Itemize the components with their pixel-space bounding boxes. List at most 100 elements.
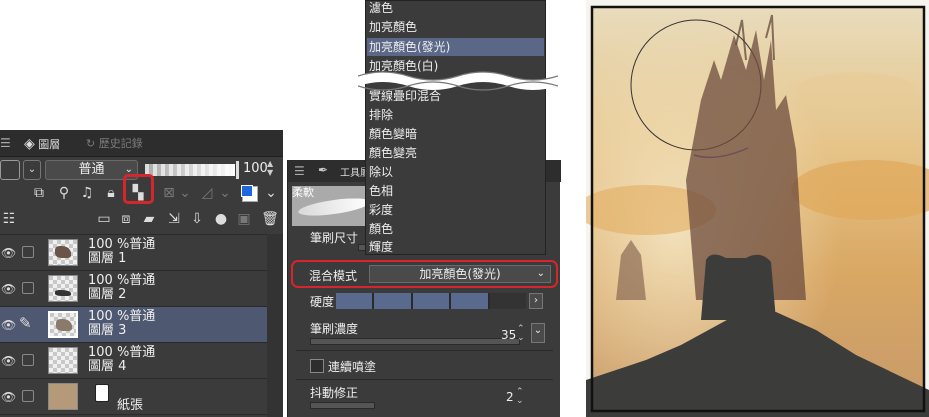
lock-checkbox[interactable] (22, 282, 34, 294)
list-icon[interactable]: ☷ (0, 209, 18, 229)
new-folder-icon[interactable]: ▰ (140, 209, 158, 229)
layer-name: 圖層 2 (88, 287, 127, 302)
opacity-slider-handle[interactable] (236, 161, 239, 179)
layer-opacity-mode: 100 %普通 (88, 345, 156, 360)
brush-density-value[interactable]: 35 (501, 328, 516, 342)
chevron-down-icon[interactable]: ⌄ (23, 160, 41, 180)
layer-opacity-mode: 100 %普通 (88, 237, 156, 252)
layer-panel-tabbar: ☰ ◈ 圖層 ↻ 歷史記錄 (0, 130, 283, 157)
tab-layer[interactable]: ◈ 圖層 (24, 134, 60, 154)
density-spinner[interactable]: ⌃ ⌄ (517, 325, 525, 343)
apply-mask-icon[interactable]: ▣ (235, 209, 253, 229)
layer-thumbnail (48, 239, 78, 266)
layer-name: 圖層 3 (88, 323, 127, 338)
painting-image (586, 0, 929, 417)
menu-item[interactable]: 顏色 (369, 220, 393, 238)
layer-row[interactable]: 👁︎ 100 %普通 圖層 4 (0, 343, 267, 379)
opacity-slider[interactable] (145, 164, 235, 176)
chevron-down-icon[interactable]: ⌄ (262, 183, 280, 203)
menu-item[interactable]: 色相 (369, 182, 393, 200)
stabilization-value[interactable]: 2 (506, 390, 514, 404)
trash-icon[interactable]: 🗑︎ (261, 209, 279, 229)
clip-layer-icon[interactable]: ⧉ (30, 183, 48, 203)
stabilization-slider[interactable] (310, 402, 375, 409)
torn-edge-divider (358, 71, 558, 91)
chevron-down-icon[interactable]: ⌄ (176, 183, 194, 203)
menu-item[interactable]: 加亮顏色 (369, 18, 417, 36)
opacity-value[interactable]: 100 (243, 161, 268, 176)
continuous-spray-label: 連續噴塗 (328, 360, 377, 374)
create-mask-icon[interactable]: ● (212, 209, 230, 229)
layer-row-paper[interactable]: 👁︎ 紙張 (0, 379, 267, 415)
layer-name: 紙張 (117, 398, 144, 413)
stabilization-label: 抖動修正 (310, 386, 359, 400)
layer-row[interactable]: 👁︎ 100 %普通 圖層 2 (0, 271, 267, 307)
lock-icon[interactable]: 🔒︎ (102, 183, 120, 203)
eye-icon[interactable]: 👁︎ (1, 390, 16, 404)
layers-icon: ◈ (24, 136, 35, 152)
layer-row-selected[interactable]: 👁︎ ✎ 100 %普通 圖層 3 (0, 307, 267, 343)
density-toggle-button[interactable]: ⌄ (531, 323, 545, 343)
blend-mode-select[interactable]: 加亮顏色(發光) ⌄ (369, 265, 551, 283)
eye-icon[interactable]: 👁︎ (1, 318, 16, 332)
menu-icon[interactable]: ☰ (294, 164, 305, 178)
brush-name: 柔軟 (292, 186, 314, 199)
menu-item[interactable]: 輝度 (369, 238, 393, 256)
menu-item[interactable]: 顏色變暗 (369, 125, 417, 143)
layer-color-chip[interactable] (241, 185, 258, 202)
hardness-label: 硬度 (310, 295, 335, 309)
lock-checkbox[interactable] (22, 246, 34, 258)
brush-tool-icon: ✒ (318, 163, 329, 177)
brush-density-slider[interactable] (310, 338, 520, 345)
new-raster-layer-icon[interactable]: ▭ (95, 209, 113, 229)
layer-color-swatch[interactable] (0, 160, 20, 180)
new-vector-layer-icon[interactable]: ⧈ (117, 209, 135, 229)
ruler-icon[interactable]: ◿ (198, 183, 216, 203)
opacity-spinner[interactable]: ▲ ▼ (267, 159, 273, 177)
lock-transparency-icon[interactable]: ♫ (78, 183, 96, 203)
eye-icon[interactable]: 👁︎ (1, 282, 16, 296)
layer-opacity-mode: 100 %普通 (88, 273, 156, 288)
chevron-down-icon: ⌄ (536, 268, 545, 279)
layer-opacity-mode: 100 %普通 (88, 309, 156, 324)
blend-mode-label: 混合模式 (309, 269, 358, 283)
divider (296, 379, 553, 380)
continuous-spray-checkbox[interactable] (310, 359, 324, 373)
eye-icon[interactable]: 👁︎ (1, 246, 16, 260)
blend-mode-menu: 濾色 加亮顏色 加亮顏色(發光) 加亮顏色(白) 實線疊印混合 排除 顏色變暗 … (365, 0, 546, 255)
merge-down-icon[interactable]: ⇩ (188, 209, 206, 229)
stabilization-spinner[interactable]: ⌃ ⌄ (516, 388, 524, 406)
menu-item[interactable]: 彩度 (369, 201, 393, 219)
hardness-selector[interactable] (336, 293, 527, 309)
canvas-artwork[interactable] (586, 0, 929, 417)
brush-size-label: 筆刷尺寸 (310, 231, 359, 245)
lock-checkbox[interactable] (22, 354, 34, 366)
menu-icon[interactable]: ☰ (0, 136, 11, 150)
transfer-down-icon[interactable]: ⇲ (165, 209, 183, 229)
layer-thumbnail (48, 275, 78, 302)
menu-item[interactable]: 除以 (369, 163, 393, 181)
layer-panel: ☰ ◈ 圖層 ↻ 歷史記錄 ⌄ 普通 ⌄ 100 ▲ ▼ ⧉ ⚲ ♫ 🔒︎ ▚ ⊠… (0, 130, 283, 417)
menu-item[interactable]: 排除 (369, 106, 393, 124)
layer-scrollbar[interactable] (267, 234, 283, 417)
brush-density-label: 筆刷濃度 (310, 322, 359, 336)
layer-row[interactable]: 👁︎ 100 %普通 圖層 1 (0, 235, 267, 271)
tab-history[interactable]: ↻ 歷史記錄 (86, 134, 143, 154)
pen-icon: ✎ (19, 314, 32, 332)
eye-icon[interactable]: 👁︎ (1, 354, 16, 368)
chevron-right-icon[interactable]: › (529, 293, 543, 309)
reference-layer-icon[interactable]: ⚲ (55, 183, 73, 203)
layer-action-row: ☷ ▭ ⧈ ▰ ⇲ ⇩ ● ▣ 🗑︎ (0, 209, 283, 235)
layer-name: 圖層 1 (88, 251, 127, 266)
menu-item[interactable]: 濾色 (369, 0, 393, 17)
layer-thumbnail (48, 311, 78, 338)
chevron-down-icon[interactable]: ⌄ (216, 183, 234, 203)
history-icon: ↻ (86, 137, 96, 150)
menu-item[interactable]: 顏色變亮 (369, 144, 417, 162)
layer-thumbnail (48, 383, 78, 410)
highlight-ring (123, 174, 154, 204)
layer-name: 圖層 4 (88, 359, 127, 374)
menu-item-selected[interactable]: 加亮顏色(發光) (367, 38, 544, 56)
lock-checkbox[interactable] (22, 390, 34, 402)
divider (296, 350, 553, 351)
